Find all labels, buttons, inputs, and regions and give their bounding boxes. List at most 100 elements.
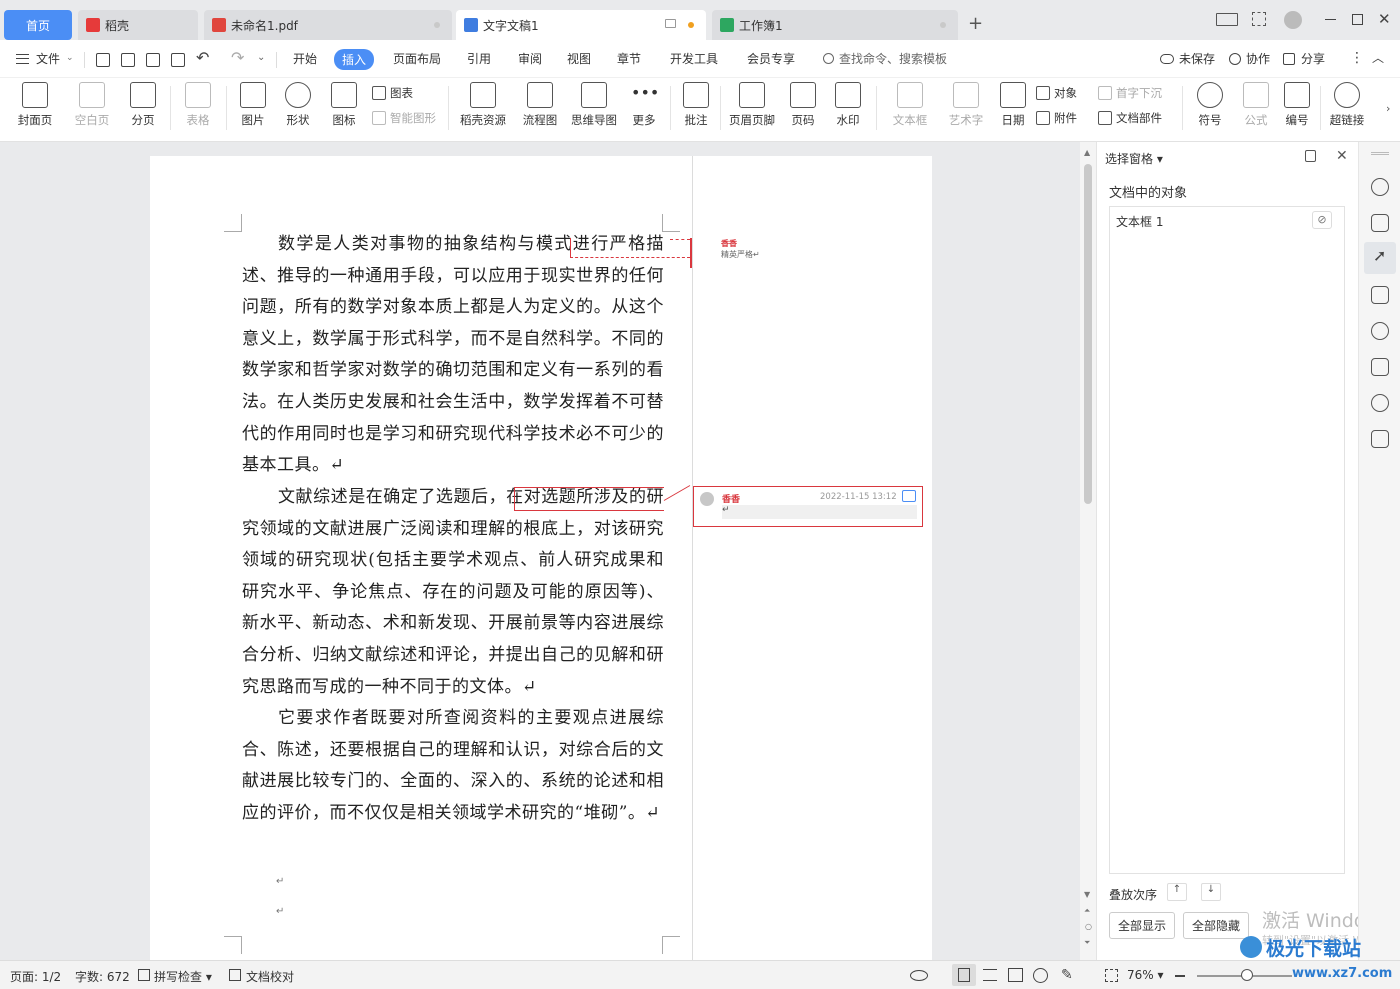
comment-button[interactable]: 批注 <box>678 82 714 128</box>
scroll-thumb[interactable] <box>1084 164 1092 504</box>
proofread-button[interactable]: 文档校对 <box>246 968 294 985</box>
maximize-icon[interactable] <box>1352 14 1363 25</box>
file-menu[interactable]: 文件 <box>36 50 60 67</box>
avatar[interactable] <box>1284 11 1302 29</box>
attachment-button[interactable]: 附件 <box>1036 110 1077 126</box>
cover-page-button[interactable]: 封面页 <box>12 82 58 128</box>
menu-reference[interactable]: 引用 <box>467 50 491 67</box>
close-dot-icon[interactable] <box>434 22 440 28</box>
pen-icon[interactable] <box>1371 214 1389 232</box>
write-view-icon[interactable]: ✎ <box>1061 967 1073 983</box>
backup-icon[interactable] <box>1371 358 1389 376</box>
fit-page-icon[interactable] <box>1105 969 1118 982</box>
reading-view-icon[interactable] <box>1008 968 1023 982</box>
share-button[interactable]: 分享 <box>1301 50 1325 67</box>
prev-page-icon[interactable]: ⏶ <box>1084 906 1090 916</box>
export-icon[interactable] <box>121 53 135 67</box>
grid-icon[interactable] <box>1252 12 1266 26</box>
menu-member[interactable]: 会员专享 <box>747 50 795 67</box>
smartart-button[interactable]: 智能图形 <box>372 110 436 126</box>
redo-icon[interactable]: ↷ <box>231 48 244 67</box>
textbox-button[interactable]: 文本框 <box>885 82 935 128</box>
picture-button[interactable]: 图片 <box>234 82 272 128</box>
close-icon[interactable]: ✕ <box>1336 148 1348 164</box>
pin-icon[interactable] <box>1305 150 1316 162</box>
object-item[interactable]: 文本框 1 ⊘ <box>1110 207 1344 235</box>
pane-title[interactable]: 选择窗格 ▾ <box>1105 150 1163 167</box>
tab-home[interactable]: 首页 <box>4 10 72 40</box>
table-button[interactable]: 表格 <box>179 82 217 128</box>
compass-icon[interactable] <box>1371 394 1389 412</box>
page-indicator[interactable]: 页面: 1/2 <box>10 968 61 985</box>
page-number-button[interactable]: 页码 <box>784 82 822 128</box>
web-view-icon[interactable] <box>1033 968 1048 983</box>
chevron-down-icon[interactable]: ⌄ <box>66 53 74 63</box>
tab-document[interactable]: 文字文稿1 <box>456 10 706 40</box>
next-page-icon[interactable]: ⏷ <box>1084 938 1090 948</box>
layout-icon[interactable] <box>1216 13 1238 26</box>
unsaved-status[interactable]: 未保存 <box>1179 50 1215 67</box>
scroll-down-icon[interactable]: ▼ <box>1084 890 1090 899</box>
blank-page-button[interactable]: 空白页 <box>68 82 116 128</box>
read-icon[interactable] <box>1371 430 1389 448</box>
watermark-button[interactable]: 水印 <box>829 82 867 128</box>
paragraph-3[interactable]: 它要求作者既要对所查阅资料的主要观点进展综合、陈述，还要根据自己的理解和认识，对… <box>242 703 664 829</box>
bring-forward-button[interactable]: ↑ <box>1167 883 1187 901</box>
shape-button[interactable]: 形状 <box>279 82 317 128</box>
more-button[interactable]: ••• 更多 <box>625 82 663 128</box>
tab-docer[interactable]: 稻壳 <box>78 10 198 40</box>
comment-2[interactable]: 香香 2022-11-15 13:12 ↵ <box>693 486 923 527</box>
numbering-button[interactable]: 编号 <box>1281 82 1313 128</box>
select-browse-icon[interactable]: ○ <box>1085 922 1092 931</box>
close-dot-icon[interactable] <box>940 22 946 28</box>
zoom-out-button[interactable] <box>1175 975 1185 977</box>
zoom-slider-thumb[interactable] <box>1241 969 1253 981</box>
send-backward-button[interactable]: ↓ <box>1201 883 1221 901</box>
adjust-icon[interactable] <box>1371 286 1389 304</box>
menu-insert[interactable]: 插入 <box>334 49 375 70</box>
collab-button[interactable]: 协作 <box>1246 50 1270 67</box>
symbol-button[interactable]: 符号 <box>1190 82 1230 128</box>
menu-layout[interactable]: 页面布局 <box>393 50 441 67</box>
wordart-button[interactable]: 艺术字 <box>942 82 990 128</box>
chart-button[interactable]: 图表 <box>372 85 413 101</box>
paragraph-2[interactable]: 文献综述是在确定了选题后，在对选题所涉及的研究领域的文献进展广泛阅读和理解的根底… <box>242 482 664 703</box>
docparts-button[interactable]: 文档部件 <box>1098 110 1162 126</box>
tab-sheet[interactable]: 工作簿1 <box>712 10 958 40</box>
menu-start[interactable]: 开始 <box>293 50 317 67</box>
icon-button[interactable]: 图标 <box>325 82 363 128</box>
outline-view-icon[interactable] <box>983 969 997 981</box>
header-footer-button[interactable]: 页眉页脚 <box>726 82 778 128</box>
dropcap-button[interactable]: 首字下沉 <box>1098 85 1162 101</box>
scroll-up-icon[interactable]: ▲ <box>1084 148 1090 157</box>
command-search[interactable]: 查找命令、搜索模板 <box>839 50 947 67</box>
page-break-button[interactable]: 分页 <box>124 82 162 128</box>
vertical-scrollbar[interactable]: ▲ ▼ ⏶ ○ ⏷ <box>1080 142 1096 960</box>
new-tab-button[interactable]: + <box>968 14 983 34</box>
zoom-level[interactable]: 76% ▾ <box>1127 968 1164 982</box>
eye-icon[interactable] <box>910 970 928 981</box>
rocket-icon[interactable] <box>1371 178 1389 196</box>
paragraph-1[interactable]: 数学是人类对事物的抽象结构与模式进行严格描述、推导的一种通用手段，可以应用于现实… <box>242 229 664 482</box>
show-all-button[interactable]: 全部显示 <box>1109 912 1176 939</box>
minimize-icon[interactable] <box>1325 19 1336 21</box>
more-vertical-icon[interactable]: ⋮ <box>1350 50 1364 66</box>
menu-review[interactable]: 审阅 <box>518 50 542 67</box>
quick-access-dropdown-icon[interactable]: ⌄ <box>257 52 265 63</box>
comment-1[interactable]: 香香 精英严格↵ <box>721 238 760 260</box>
document-page[interactable]: 数学是人类对事物的抽象结构与模式进行严格描述、推导的一种通用手段，可以应用于现实… <box>150 156 932 960</box>
menu-view[interactable]: 视图 <box>567 50 591 67</box>
menu-devtools[interactable]: 开发工具 <box>670 50 718 67</box>
print-icon[interactable] <box>146 53 160 67</box>
collapse-ribbon-icon[interactable]: ︿ <box>1372 49 1384 66</box>
tab-pdf[interactable]: 未命名1.pdf <box>204 10 452 40</box>
date-button[interactable]: 日期 <box>997 82 1029 128</box>
menu-chapter[interactable]: 章节 <box>617 50 641 67</box>
help-icon[interactable] <box>1371 322 1389 340</box>
flowchart-button[interactable]: 流程图 <box>518 82 562 128</box>
mindmap-button[interactable]: 思维导图 <box>567 82 621 128</box>
undo-icon[interactable]: ↶ <box>196 48 209 67</box>
word-count[interactable]: 字数: 672 <box>75 968 130 985</box>
monitor-icon[interactable] <box>665 19 676 28</box>
spellcheck-button[interactable]: 拼写检查 ▾ <box>154 968 212 985</box>
